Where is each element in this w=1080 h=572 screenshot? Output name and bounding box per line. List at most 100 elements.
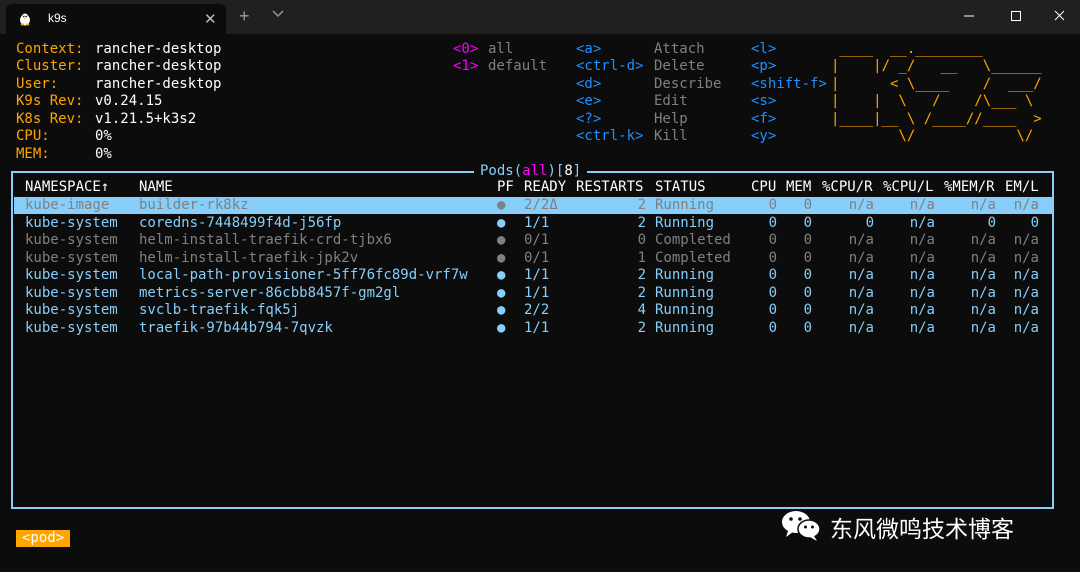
cell-mem-l: n/a bbox=[1013, 232, 1039, 248]
close-icon bbox=[1054, 10, 1065, 21]
wechat-icon bbox=[782, 511, 821, 541]
cell-mem: 0 bbox=[803, 214, 812, 231]
column-header-mem-l[interactable]: EM/L bbox=[1005, 179, 1039, 196]
cell-cpu-l: n/a bbox=[909, 232, 935, 248]
cell-name: coredns-7448499f4d-j56fp bbox=[139, 214, 342, 231]
shortcut-key[interactable]: <shift-f> bbox=[751, 76, 827, 93]
column-header-mem-r[interactable]: %MEM/R bbox=[944, 179, 995, 196]
column-header-cpu-r[interactable]: %CPU/R bbox=[822, 179, 873, 196]
cell-status: Running bbox=[655, 302, 715, 318]
shortcut-key[interactable]: <?> bbox=[576, 111, 601, 128]
cell-mem: 0 bbox=[803, 249, 812, 266]
cell-cpu: 0 bbox=[768, 214, 777, 231]
cell-mem-l: n/a bbox=[1013, 197, 1039, 213]
shortcut-key[interactable]: <p> bbox=[751, 58, 776, 75]
cell-namespace: kube-image bbox=[25, 197, 110, 213]
cell-mem-r: n/a bbox=[970, 267, 996, 283]
shortcut-action[interactable]: Attach bbox=[654, 41, 705, 58]
cell-namespace: kube-system bbox=[25, 284, 118, 301]
shortcut-key[interactable]: <s> bbox=[751, 93, 776, 110]
cell-name: metrics-server-86cbb8457f-gm2gl bbox=[139, 284, 401, 301]
cell-cpu-r: n/a bbox=[848, 197, 874, 213]
table-row[interactable]: kube-system helm-install-traefik-crd-tjbx… bbox=[14, 232, 1052, 249]
cell-ready: 2/2Δ bbox=[524, 197, 558, 213]
shortcut-key[interactable]: <f> bbox=[751, 111, 776, 128]
cell-mem: 0 bbox=[803, 284, 812, 301]
cell-pf: ● bbox=[497, 302, 506, 318]
shortcut-key[interactable]: <ctrl-k> bbox=[576, 128, 643, 145]
title-namespace: all bbox=[522, 163, 548, 179]
info-label: User: bbox=[16, 76, 59, 92]
cell-cpu: 0 bbox=[768, 267, 777, 283]
table-row[interactable]: kube-image builder-rk8kz ● 2/2Δ 2 Running 0 0 n/… bbox=[14, 197, 1052, 214]
cell-ready: 1/1 bbox=[524, 319, 550, 336]
table-row[interactable]: kube-system helm-install-traefik-jpk2v ● 0/… bbox=[14, 250, 1052, 267]
cell-cpu-l: n/a bbox=[909, 214, 935, 231]
close-window-button[interactable] bbox=[1036, 0, 1080, 32]
minimize-button[interactable] bbox=[946, 0, 992, 32]
cell-cpu-r: n/a bbox=[848, 249, 874, 266]
close-tab-icon[interactable]: ✕ bbox=[204, 10, 217, 28]
cell-mem-r: n/a bbox=[970, 302, 996, 318]
column-header-namespace[interactable]: NAMESPACE↑ bbox=[25, 179, 109, 196]
column-header-cpu[interactable]: CPU bbox=[751, 179, 776, 196]
namespace-key[interactable]: <0> bbox=[453, 41, 478, 58]
cell-status: Completed bbox=[655, 232, 731, 248]
table-row[interactable]: kube-system local-path-provisioner-5ff76f… bbox=[14, 267, 1052, 284]
new-tab-button[interactable]: + bbox=[239, 6, 250, 26]
cell-mem-l: n/a bbox=[1013, 284, 1039, 301]
shortcut-action[interactable]: Delete bbox=[654, 58, 705, 75]
shortcut-action[interactable]: Kill bbox=[654, 128, 688, 145]
cell-cpu-r: n/a bbox=[848, 302, 874, 318]
shortcut-key[interactable]: <a> bbox=[576, 41, 601, 58]
shortcut-action[interactable]: Describe bbox=[654, 76, 721, 93]
cell-cpu-l: n/a bbox=[909, 267, 935, 283]
logo-line: |____|__ \ /____//____ > bbox=[831, 111, 1042, 127]
cell-cpu: 0 bbox=[768, 319, 777, 336]
breadcrumb-pod: <pod> bbox=[16, 530, 71, 547]
shortcut-key[interactable]: <l> bbox=[751, 41, 776, 58]
info-value: 0% bbox=[95, 146, 112, 162]
table-row[interactable]: kube-system traefik-97b44b794-7qvzk ● 1/1 2 R… bbox=[14, 320, 1052, 337]
column-header-pf[interactable]: PF bbox=[497, 179, 514, 196]
shortcut-action[interactable]: Edit bbox=[654, 93, 688, 110]
table-row[interactable]: kube-system svclb-traefik-fqk5j ● 2/2 4 Runni… bbox=[14, 302, 1052, 319]
column-header-name[interactable]: NAME bbox=[139, 179, 173, 196]
shortcut-key[interactable]: <ctrl-d> bbox=[576, 58, 643, 75]
cell-namespace: kube-system bbox=[25, 319, 118, 336]
info-label: CPU: bbox=[16, 128, 50, 144]
cell-cpu-l: n/a bbox=[909, 284, 935, 301]
cell-mem-r: n/a bbox=[970, 319, 996, 336]
namespace-name[interactable]: all bbox=[488, 41, 513, 58]
cell-cpu-r: n/a bbox=[848, 232, 874, 248]
tab-k9s[interactable]: k9s ✕ bbox=[6, 4, 226, 34]
table-row[interactable]: kube-system coredns-7448499f4d-j56fp ● 1/1 2… bbox=[14, 215, 1052, 232]
column-header-ready[interactable]: READY bbox=[524, 179, 566, 196]
cell-cpu-r: n/a bbox=[848, 319, 874, 336]
column-header-restarts[interactable]: RESTARTS bbox=[576, 179, 643, 196]
maximize-icon bbox=[1011, 11, 1021, 21]
shortcut-key[interactable]: <y> bbox=[751, 128, 776, 145]
cell-restarts: 4 bbox=[637, 302, 646, 318]
shortcut-action[interactable]: Help bbox=[654, 111, 688, 128]
title-prefix: Pods( bbox=[480, 163, 523, 179]
linux-tux-icon bbox=[20, 13, 30, 26]
table-row[interactable]: kube-system metrics-server-86cbb8457f-gm2… bbox=[14, 285, 1052, 302]
namespace-key[interactable]: <1> bbox=[453, 58, 478, 75]
cell-pf: ● bbox=[497, 284, 506, 301]
column-header-cpu-l[interactable]: %CPU/L bbox=[883, 179, 934, 196]
minimize-icon bbox=[964, 15, 974, 17]
title-bar: k9s ✕ + bbox=[0, 0, 1080, 34]
cell-name: svclb-traefik-fqk5j bbox=[139, 302, 300, 318]
column-header-mem[interactable]: MEM bbox=[786, 179, 811, 196]
cell-mem: 0 bbox=[803, 319, 812, 336]
cell-status: Running bbox=[655, 214, 715, 231]
namespace-name[interactable]: default bbox=[488, 58, 547, 75]
shortcut-key[interactable]: <e> bbox=[576, 93, 601, 110]
shortcut-key[interactable]: <d> bbox=[576, 76, 601, 93]
column-header-status[interactable]: STATUS bbox=[655, 179, 706, 196]
chevron-down-icon[interactable] bbox=[272, 9, 284, 19]
cell-cpu: 0 bbox=[768, 249, 777, 266]
maximize-button[interactable] bbox=[992, 0, 1038, 32]
info-value: rancher-desktop bbox=[95, 58, 222, 74]
